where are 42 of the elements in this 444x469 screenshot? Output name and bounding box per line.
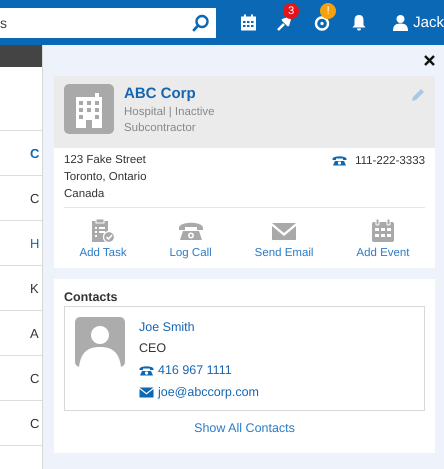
contact-name[interactable]: Joe Smith (139, 317, 259, 337)
notification-badge: 3 (283, 2, 300, 18)
action-button[interactable]: Add Event (356, 218, 410, 259)
clipboard-check-icon (90, 218, 116, 244)
search-field[interactable]: s (0, 8, 216, 38)
list-item[interactable]: C (30, 370, 40, 386)
address-line: 123 Fake Street (64, 153, 146, 168)
contact-phone[interactable]: 416 967 1111 (158, 359, 232, 381)
action-button[interactable]: Send Email (254, 218, 314, 259)
company-name[interactable]: ABC Corp (124, 84, 411, 104)
envelope-icon (139, 386, 154, 398)
list-item[interactable]: A (30, 326, 39, 340)
avatar-icon (75, 317, 125, 367)
list-item[interactable]: C (30, 146, 40, 160)
notification-badge: ! (320, 2, 336, 18)
building-icon (64, 84, 114, 134)
section-title: Contacts (64, 289, 118, 306)
close-icon[interactable] (424, 55, 435, 66)
list-item[interactable]: K (30, 280, 39, 296)
user-name[interactable]: Jack (413, 14, 444, 31)
address-line: Toronto, Ontario (64, 170, 146, 185)
list-item[interactable]: C (30, 190, 40, 206)
search-icon[interactable] (192, 14, 210, 32)
phone-number[interactable]: 111-222-3333 (355, 154, 425, 166)
dark-bar (0, 45, 42, 67)
contact-title: CEO (139, 340, 168, 357)
action-button[interactable]: Log Call (170, 218, 212, 259)
calendar-icon (370, 218, 395, 244)
phone-icon (332, 155, 348, 166)
timer-icon[interactable] (314, 14, 330, 30)
company-role: Subcontractor (124, 121, 197, 136)
list-item[interactable]: H (30, 236, 40, 250)
phone-icon (139, 364, 154, 376)
company-details: Hospital | Inactive (124, 105, 216, 120)
action-button[interactable]: Add Task (79, 218, 127, 259)
list-item[interactable]: C (30, 416, 40, 430)
user-icon[interactable] (392, 14, 410, 31)
calendar-icon[interactable] (240, 14, 258, 31)
show-all-contacts-link[interactable]: Show All Contacts (194, 421, 295, 435)
contact-email[interactable]: joe@abccorp.com (158, 381, 259, 403)
bell-icon[interactable] (351, 14, 368, 31)
address-line: Canada (64, 187, 106, 202)
